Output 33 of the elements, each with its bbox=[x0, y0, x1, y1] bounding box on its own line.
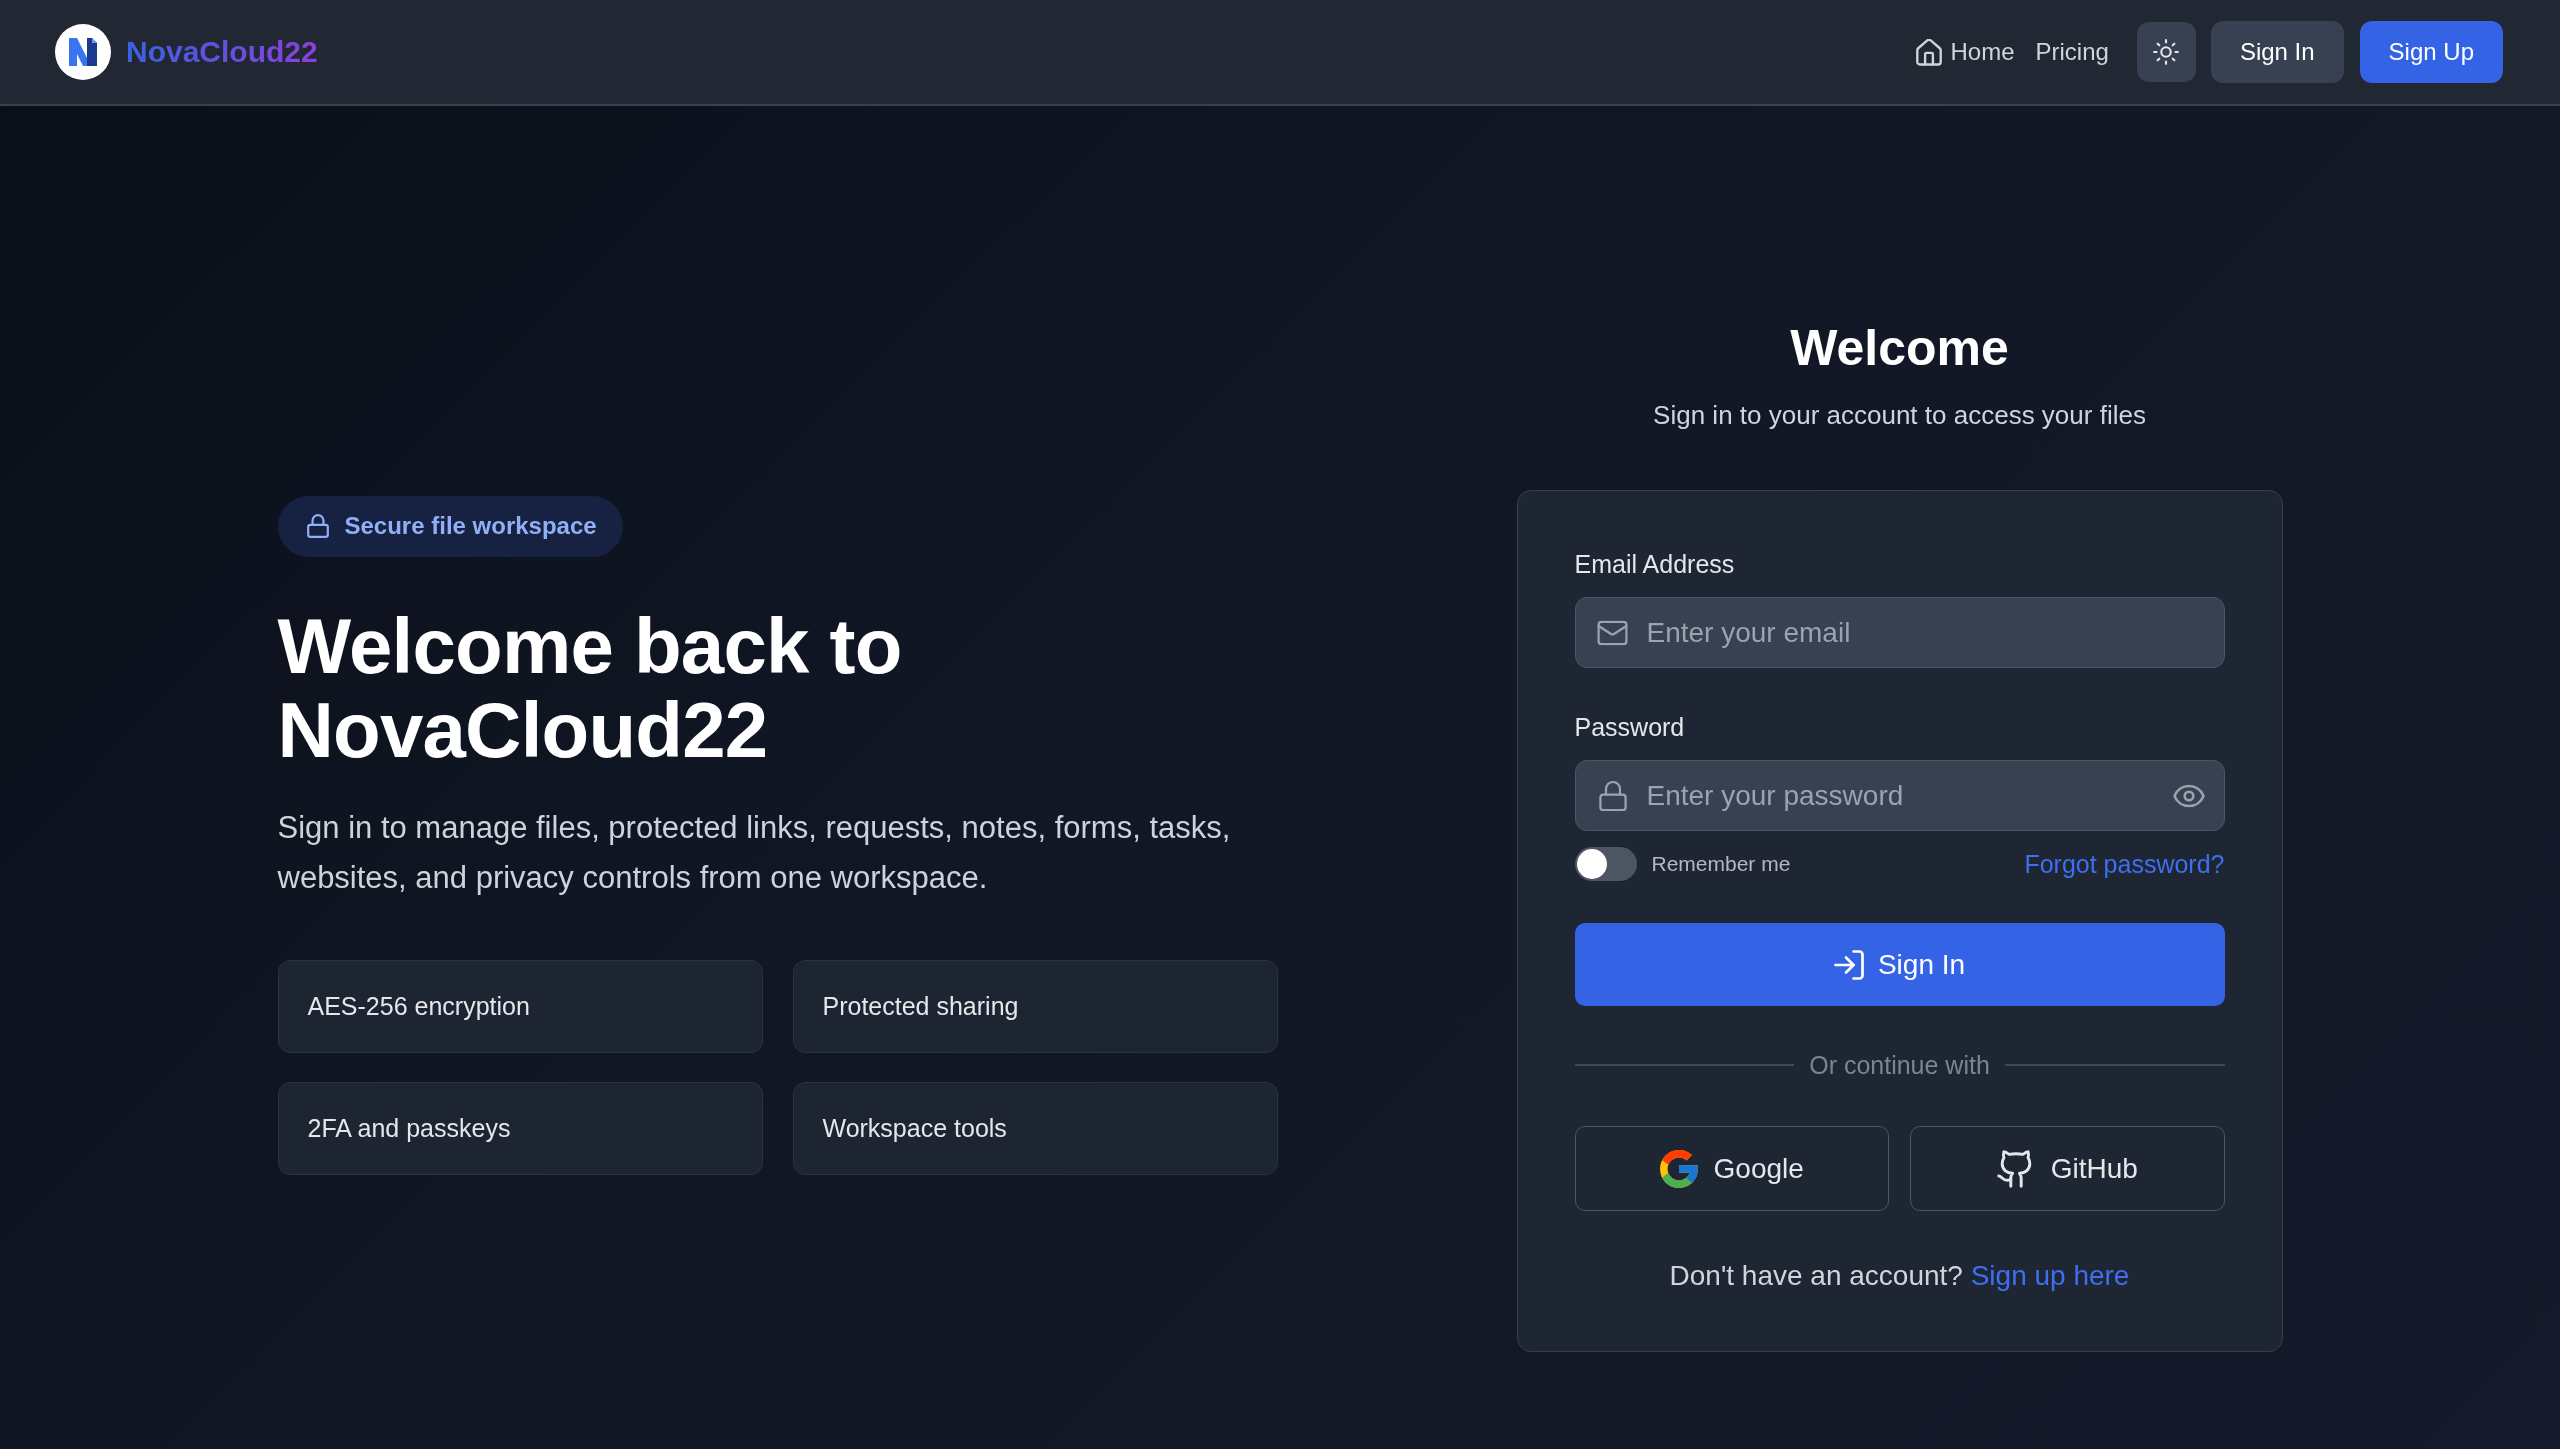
login-subtitle: Sign in to your account to access your files bbox=[1653, 399, 2146, 432]
badge-label: Secure file workspace bbox=[344, 512, 597, 540]
field-label: Email Address bbox=[1574, 549, 1736, 580]
email-field[interactable]: Enter your email bbox=[1574, 597, 2225, 668]
eye-icon[interactable] bbox=[2172, 784, 2205, 807]
github-button[interactable]: GitHub bbox=[1910, 1126, 2225, 1211]
hero-description: Sign in to manage files, protected links, requests, notes, forms, tasks, websites, and privacy controls from one workspace. bbox=[277, 808, 1232, 897]
lock-icon bbox=[306, 514, 329, 538]
feature-card: AES-256 encryption bbox=[277, 959, 763, 1053]
logo-icon[interactable] bbox=[55, 24, 111, 80]
password-field[interactable]: Enter your password bbox=[1574, 760, 2225, 831]
divider-label: Or continue with bbox=[1809, 1050, 1990, 1081]
feature-card: Protected sharing bbox=[792, 959, 1278, 1053]
google-logo-icon bbox=[1659, 1149, 1698, 1188]
feature-card: Workspace tools bbox=[792, 1081, 1278, 1175]
signup-prompt: Don't have an account? Sign up here bbox=[1668, 1259, 2131, 1293]
feature-card: 2FA and passkeys bbox=[277, 1081, 763, 1175]
login-title: Welcome bbox=[1790, 319, 2009, 378]
sign-in-button[interactable]: Sign In bbox=[1574, 923, 2225, 1006]
field-label: Password bbox=[1574, 712, 1686, 743]
remember-toggle[interactable] bbox=[1574, 847, 1637, 881]
nav-link[interactable]: Home bbox=[1915, 38, 2015, 66]
hero-heading: Welcome back to NovaCloud22 bbox=[277, 603, 903, 772]
mail-icon bbox=[1596, 620, 1628, 645]
theme-toggle-button[interactable] bbox=[2136, 22, 2196, 82]
nav-button[interactable]: Sign Up bbox=[2359, 21, 2503, 83]
google-button[interactable]: Google bbox=[1574, 1126, 1889, 1211]
nav-link[interactable]: Pricing bbox=[2035, 38, 2109, 66]
remember-label: Remember me bbox=[1651, 852, 1791, 876]
sun-icon bbox=[2153, 39, 2180, 65]
home-icon bbox=[1915, 38, 1942, 66]
lock-icon bbox=[1598, 780, 1627, 811]
nav-button[interactable]: Sign In bbox=[2210, 21, 2344, 83]
